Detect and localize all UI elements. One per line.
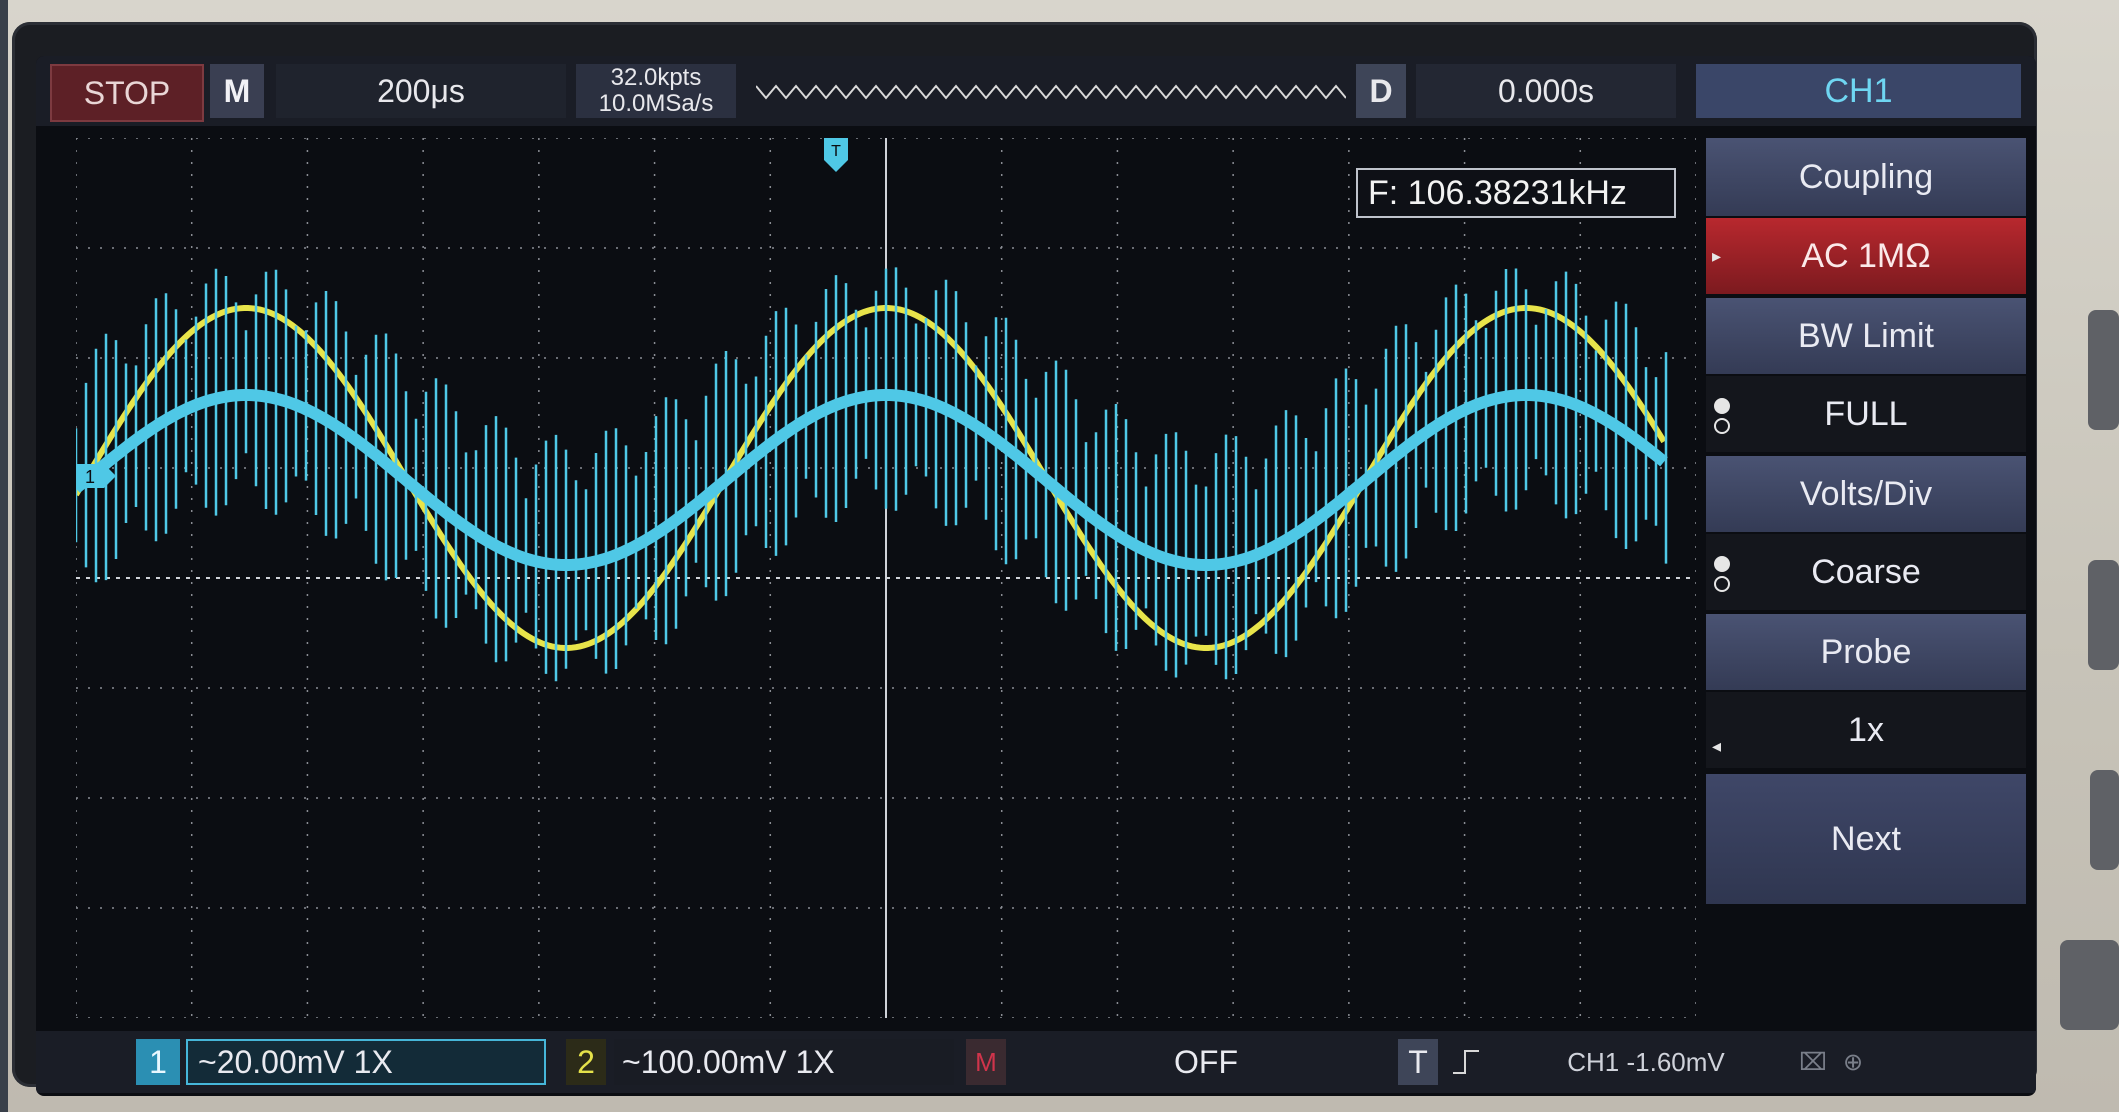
screen: STOP M 200μs 32.0kpts 10.0MSa/s D 0.000s… — [36, 56, 2036, 1096]
timebase-readout: 200μs — [276, 64, 566, 118]
radio-off-icon — [1714, 418, 1730, 434]
delay-indicator: D — [1356, 64, 1406, 118]
channel-menu: Coupling ▸ AC 1MΩ BW Limit FULL Volts/Di… — [1706, 138, 2026, 1018]
side-button-4[interactable] — [2060, 940, 2119, 1030]
side-button-3[interactable] — [2090, 770, 2119, 870]
radio-on-icon — [1714, 398, 1730, 414]
menu-coupling-title[interactable]: Coupling — [1706, 138, 2026, 216]
trigger-level-readout: CH1 -1.60mV — [1567, 1046, 1725, 1077]
ch1-tag[interactable]: 1 — [136, 1039, 180, 1085]
ch2-tag[interactable]: 2 — [566, 1039, 606, 1085]
mode-indicator: M — [210, 64, 264, 118]
rising-edge-icon — [1446, 1039, 1486, 1085]
waveform-grid: T 1 — [76, 138, 1696, 1018]
menu-probe-title[interactable]: Probe — [1706, 614, 2026, 690]
bottom-status-bar: 1 ~20.00mV 1X 2 ~100.00mV 1X M OFF T CH1… — [36, 1031, 2036, 1093]
trigger-tag[interactable]: T — [1398, 1039, 1438, 1085]
run-stop-indicator[interactable]: STOP — [50, 64, 204, 122]
screen-frame: STOP M 200μs 32.0kpts 10.0MSa/s D 0.000s… — [12, 22, 2037, 1096]
memory-depth: 32.0kpts — [610, 64, 702, 91]
menu-bwlimit-value[interactable]: FULL — [1706, 376, 2026, 452]
menu-voltsdiv-title[interactable]: Volts/Div — [1706, 456, 2026, 532]
probe-value-label: 1x — [1848, 710, 1884, 749]
radio-on-icon — [1714, 556, 1730, 572]
usb-icon: ⌧ — [1799, 1048, 1827, 1076]
coupling-value-label: AC 1MΩ — [1801, 236, 1931, 275]
delay-readout: 0.000s — [1416, 64, 1676, 118]
ch1-marker-label: 1 — [85, 467, 95, 487]
trigger-marker[interactable]: T — [824, 138, 848, 172]
menu-bwlimit-title[interactable]: BW Limit — [1706, 298, 2026, 374]
left-arrow-icon: ◂ — [1712, 736, 1722, 756]
frequency-readout: F: 106.38231kHz — [1356, 168, 1676, 218]
side-button-1[interactable] — [2088, 310, 2119, 430]
top-status-bar: STOP M 200μs 32.0kpts 10.0MSa/s D 0.000s… — [36, 56, 2036, 126]
math-tag[interactable]: M — [966, 1039, 1006, 1085]
voltsdiv-value-label: Coarse — [1811, 552, 1921, 591]
menu-channel-title: CH1 — [1696, 64, 2021, 118]
memory-position-strip — [756, 84, 1346, 100]
menu-coupling-value[interactable]: ▸ AC 1MΩ — [1706, 218, 2026, 294]
ch2-scale-readout[interactable]: ~100.00mV 1X — [614, 1039, 954, 1085]
side-button-2[interactable] — [2088, 560, 2119, 670]
math-state: OFF — [1174, 1043, 1238, 1080]
status-icon: ⊕ — [1842, 1048, 1864, 1076]
bwlimit-value-label: FULL — [1824, 394, 1908, 433]
trigger-marker-label: T — [831, 143, 841, 160]
acquisition-info: 32.0kpts 10.0MSa/s — [576, 64, 736, 118]
selected-arrow-icon: ▸ — [1712, 246, 1722, 266]
ch1-scale-readout[interactable]: ~20.00mV 1X — [186, 1039, 546, 1085]
menu-voltsdiv-value[interactable]: Coarse — [1706, 534, 2026, 610]
radio-off-icon — [1714, 576, 1730, 592]
menu-next-button[interactable]: Next — [1706, 774, 2026, 904]
menu-probe-value[interactable]: ◂ 1x — [1706, 692, 2026, 768]
sample-rate: 10.0MSa/s — [598, 90, 714, 117]
left-edge — [0, 0, 8, 1112]
ch1-trace — [76, 267, 1668, 682]
